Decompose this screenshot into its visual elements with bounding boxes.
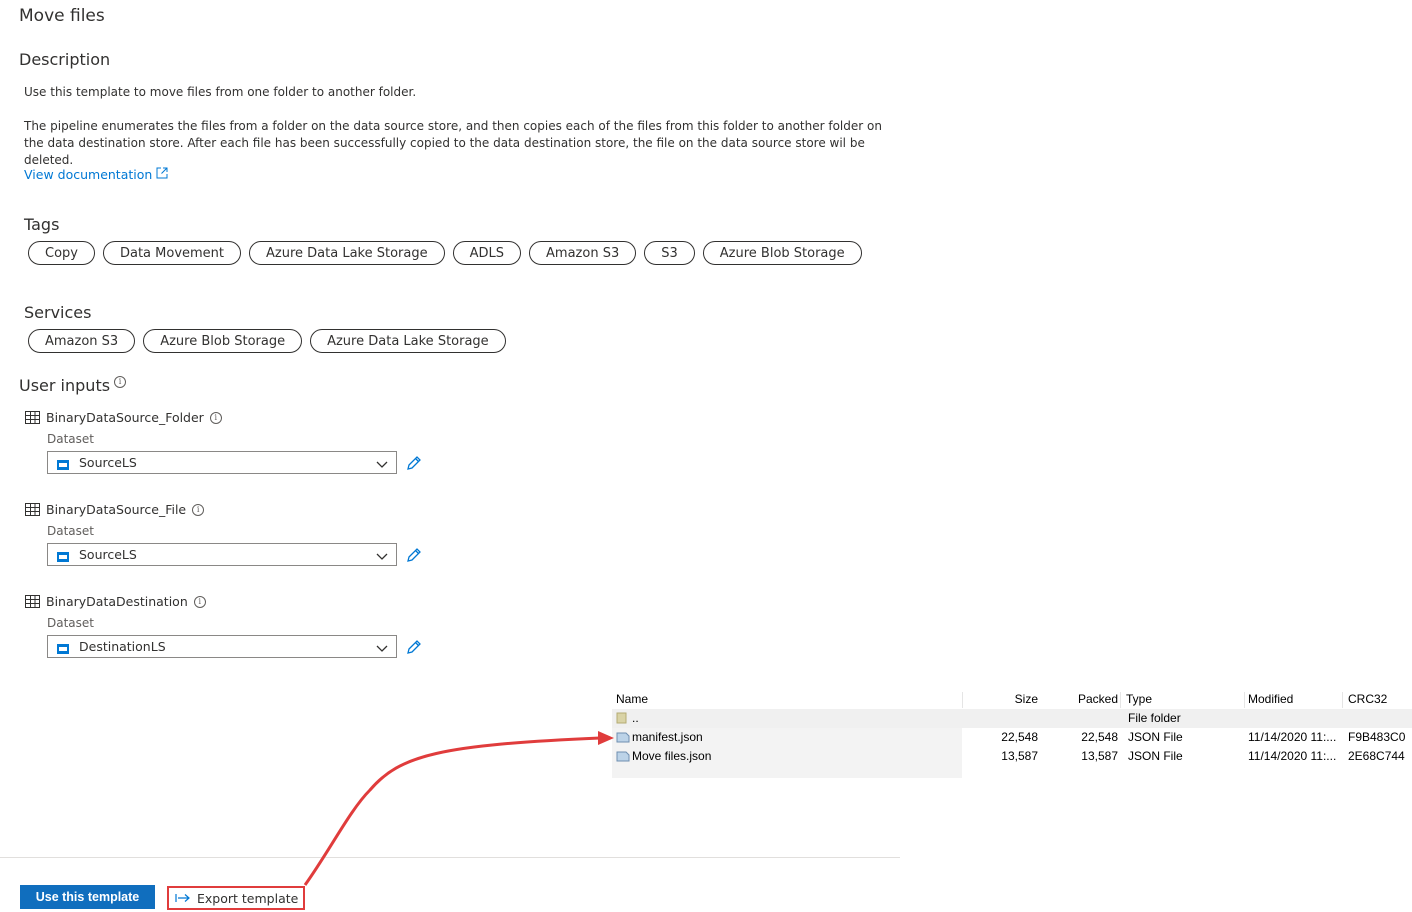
list-item[interactable]: .. File folder <box>612 709 1412 728</box>
column-header-size[interactable]: Size <box>992 690 1038 709</box>
tags-list: Copy Data Movement Azure Data Lake Stora… <box>28 241 862 265</box>
edit-pencil-icon[interactable] <box>405 454 423 476</box>
export-template-button[interactable]: Export template <box>167 886 305 910</box>
edit-pencil-icon[interactable] <box>405 546 423 568</box>
service-pill: Amazon S3 <box>28 329 136 353</box>
file-modified: 11/14/2020 11:... <box>1248 749 1337 763</box>
dataset-icon <box>57 550 69 562</box>
tag-pill: Copy <box>28 241 95 265</box>
tag-pill: Data Movement <box>102 241 242 265</box>
user-input-name: BinaryDataSource_Folder i <box>25 410 222 425</box>
chevron-down-icon <box>376 457 388 472</box>
list-item[interactable]: Move files.json 13,587 13,587 JSON File … <box>612 747 1412 766</box>
dataset-select[interactable]: SourceLS <box>47 543 397 566</box>
file-type: JSON File <box>1128 749 1183 763</box>
view-documentation-label: View documentation <box>24 167 153 182</box>
view-documentation-link[interactable]: View documentation <box>24 167 168 182</box>
tag-pill: ADLS <box>452 241 522 265</box>
tag-pill: S3 <box>644 241 695 265</box>
list-item[interactable]: manifest.json 22,548 22,548 JSON File 11… <box>612 728 1412 747</box>
column-header-packed[interactable]: Packed <box>1052 690 1118 709</box>
dataset-select[interactable]: DestinationLS <box>47 635 397 658</box>
user-input-name: BinaryDataDestination i <box>25 594 206 609</box>
info-icon[interactable]: i <box>192 503 205 516</box>
use-template-button[interactable]: Use this template <box>20 885 155 909</box>
file-packed: 22,548 <box>1081 730 1118 744</box>
file-size: 13,587 <box>1001 749 1038 763</box>
dataset-label: Dataset <box>47 432 94 446</box>
user-input-name: BinaryDataSource_File i <box>25 502 205 517</box>
info-icon[interactable]: i <box>114 376 127 388</box>
file-type: JSON File <box>1128 730 1183 744</box>
json-file-icon <box>616 747 630 766</box>
file-name: .. <box>632 711 639 725</box>
json-file-icon <box>616 728 630 747</box>
column-header-modified[interactable]: Modified <box>1248 690 1293 709</box>
folder-icon <box>616 709 628 728</box>
tags-heading: Tags <box>24 215 60 234</box>
service-pill: Azure Data Lake Storage <box>310 329 506 353</box>
column-header-crc32[interactable]: CRC32 <box>1348 690 1387 709</box>
description-heading: Description <box>19 50 111 69</box>
page-title: Move files <box>19 6 105 26</box>
edit-pencil-icon[interactable] <box>405 638 423 660</box>
info-icon[interactable]: i <box>209 411 222 424</box>
tag-pill: Amazon S3 <box>529 241 637 265</box>
dataset-select-value: DestinationLS <box>79 639 166 654</box>
column-header-type[interactable]: Type <box>1126 690 1152 709</box>
table-icon <box>25 411 40 424</box>
services-heading: Services <box>24 303 92 322</box>
input-label: BinaryDataSource_Folder <box>46 410 204 425</box>
user-inputs-title: User inputs <box>19 376 111 395</box>
column-divider <box>962 692 963 708</box>
export-arrow-icon <box>175 891 191 906</box>
dataset-select-value: SourceLS <box>79 455 137 470</box>
external-link-icon <box>156 167 168 182</box>
service-pill: Azure Blob Storage <box>143 329 303 353</box>
services-list: Amazon S3 Azure Blob Storage Azure Data … <box>28 329 506 353</box>
description-line-2: The pipeline enumerates the files from a… <box>24 119 882 167</box>
dataset-label: Dataset <box>47 616 94 630</box>
file-crc: 2E68C744 <box>1348 749 1405 763</box>
column-divider <box>1342 692 1343 708</box>
export-template-label: Export template <box>197 890 299 906</box>
archive-file-list: Name Size Packed Type Modified CRC32 .. … <box>612 690 1412 780</box>
dataset-select-value: SourceLS <box>79 547 137 562</box>
dataset-icon <box>57 642 69 654</box>
file-packed: 13,587 <box>1081 749 1118 763</box>
column-header-name[interactable]: Name <box>616 690 648 709</box>
input-label: BinaryDataDestination <box>46 594 188 609</box>
file-crc: F9B483C0 <box>1348 730 1406 744</box>
file-type: File folder <box>1128 711 1181 725</box>
tag-pill: Azure Data Lake Storage <box>249 241 445 265</box>
user-inputs-heading: User inputs i <box>19 376 127 395</box>
chevron-down-icon <box>376 549 388 564</box>
dataset-icon <box>57 458 69 470</box>
info-icon[interactable]: i <box>193 595 206 608</box>
footer-divider <box>0 857 900 858</box>
dataset-label: Dataset <box>47 524 94 538</box>
file-name: manifest.json <box>632 730 703 744</box>
file-modified: 11/14/2020 11:... <box>1248 730 1337 744</box>
column-divider <box>1120 692 1121 708</box>
column-divider <box>1244 692 1245 708</box>
file-name: Move files.json <box>632 749 712 763</box>
dataset-select[interactable]: SourceLS <box>47 451 397 474</box>
chevron-down-icon <box>376 641 388 656</box>
input-label: BinaryDataSource_File <box>46 502 187 517</box>
table-icon <box>25 503 40 516</box>
table-icon <box>25 595 40 608</box>
description-line-1: Use this template to move files from one… <box>24 85 417 99</box>
file-size: 22,548 <box>1001 730 1038 744</box>
tag-pill: Azure Blob Storage <box>702 241 862 265</box>
